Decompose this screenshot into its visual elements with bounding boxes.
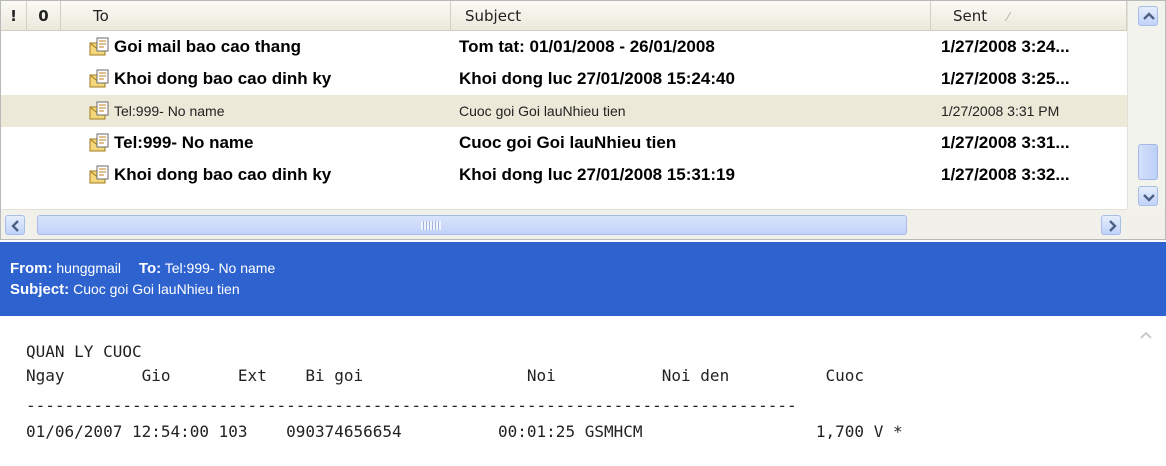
- message-row[interactable]: Tel:999- No name Cuoc goi Goi lauNhieu ti…: [1, 127, 1127, 159]
- message-sent: 1/27/2008 3:31...: [941, 133, 1070, 152]
- column-to[interactable]: To: [61, 1, 451, 31]
- subject-label: Subject:: [10, 281, 70, 298]
- preview-from-to-line: From: hunggmail To: Tel:999- No name: [10, 258, 1166, 279]
- chevron-left-icon: [11, 220, 19, 232]
- scroll-down-button[interactable]: [1138, 186, 1158, 206]
- column-sent-label: Sent: [953, 7, 988, 25]
- body-record: 01/06/2007 12:54:00 103 090374656654 00:…: [26, 422, 903, 441]
- message-body[interactable]: QUAN LY CUOC Ngay Gio Ext Bi goi Noi Noi…: [0, 316, 1166, 466]
- chevron-up-icon: [1143, 12, 1155, 20]
- message-list: ! 0 To Subject Sent ⁄ Goi mail bao cao th…: [0, 0, 1166, 240]
- scroll-up-button[interactable]: [1138, 6, 1158, 26]
- attachment-icon: 0: [38, 7, 49, 25]
- vertical-scrollbar[interactable]: [1127, 1, 1165, 239]
- horizontal-scrollbar[interactable]: [1, 209, 1127, 239]
- sort-indicator-icon: ⁄: [1007, 10, 1010, 24]
- preview-subject-line: Subject: Cuoc goi Goi lauNhieu tien: [10, 279, 1166, 300]
- subject-value: Cuoc goi Goi lauNhieu tien: [73, 281, 240, 297]
- column-importance[interactable]: !: [1, 1, 27, 31]
- to-value: Tel:999- No name: [164, 260, 276, 276]
- chevron-right-icon: [1109, 220, 1117, 232]
- message-to: Khoi dong bao cao dinh ky: [114, 165, 332, 184]
- message-subject: Tom tat: 01/01/2008 - 26/01/2008: [459, 37, 715, 56]
- envelope-document-icon: [89, 37, 109, 56]
- body-title: QUAN LY CUOC: [26, 342, 142, 361]
- message-row[interactable]: Goi mail bao cao thang Tom tat: 01/01/200…: [1, 31, 1127, 63]
- column-sent[interactable]: Sent ⁄: [931, 1, 1127, 31]
- message-to: Tel:999- No name: [114, 103, 225, 119]
- column-attachment[interactable]: 0: [27, 1, 61, 31]
- message-row[interactable]: Tel:999- No name Cuoc goi Goi lauNhieu ti…: [1, 95, 1127, 127]
- chevron-down-icon: [1143, 194, 1155, 202]
- message-subject: Khoi dong luc 27/01/2008 15:31:19: [459, 165, 735, 184]
- message-sent: 1/27/2008 3:32...: [941, 165, 1070, 184]
- horizontal-scroll-thumb[interactable]: [37, 215, 907, 235]
- column-to-label: To: [93, 7, 109, 25]
- message-rows: Goi mail bao cao thang Tom tat: 01/01/200…: [1, 31, 1127, 191]
- message-sent: 1/27/2008 3:31 PM: [941, 103, 1060, 119]
- message-sent: 1/27/2008 3:24...: [941, 37, 1070, 56]
- scrollbar-corner: [1127, 209, 1165, 239]
- column-subject-label: Subject: [465, 7, 522, 25]
- vertical-scroll-thumb[interactable]: [1138, 144, 1158, 180]
- chevron-up-icon: [1140, 331, 1152, 339]
- message-sent: 1/27/2008 3:25...: [941, 69, 1070, 88]
- from-label: From:: [10, 260, 53, 277]
- envelope-document-icon: [89, 133, 109, 152]
- preview-scrollbar[interactable]: [1126, 316, 1164, 466]
- preview-header: From: hunggmail To: Tel:999- No name Sub…: [0, 242, 1166, 316]
- scroll-left-button[interactable]: [5, 215, 25, 235]
- envelope-document-icon: [89, 69, 109, 88]
- to-label: To:: [138, 260, 162, 277]
- message-row[interactable]: Khoi dong bao cao dinh ky Khoi dong luc 2…: [1, 63, 1127, 95]
- importance-icon: !: [10, 7, 17, 25]
- message-to: Tel:999- No name: [114, 133, 254, 152]
- column-subject[interactable]: Subject: [451, 1, 931, 31]
- from-value: hunggmail: [56, 260, 121, 276]
- scroll-right-button[interactable]: [1101, 215, 1121, 235]
- column-header-bar: ! 0 To Subject Sent ⁄: [1, 1, 1127, 31]
- message-subject: Cuoc goi Goi lauNhieu tien: [459, 103, 626, 119]
- scroll-grip-icon: [421, 221, 441, 230]
- envelope-document-icon: [89, 165, 109, 184]
- body-separator: ----------------------------------------…: [26, 396, 797, 415]
- message-to: Goi mail bao cao thang: [114, 37, 302, 56]
- message-subject: Khoi dong luc 27/01/2008 15:24:40: [459, 69, 735, 88]
- body-column-headers: Ngay Gio Ext Bi goi Noi Noi den Cuoc: [26, 366, 865, 385]
- message-subject: Cuoc goi Goi lauNhieu tien: [459, 133, 677, 152]
- message-row[interactable]: Khoi dong bao cao dinh ky Khoi dong luc 2…: [1, 159, 1127, 191]
- envelope-document-icon: [89, 101, 109, 120]
- message-to: Khoi dong bao cao dinh ky: [114, 69, 332, 88]
